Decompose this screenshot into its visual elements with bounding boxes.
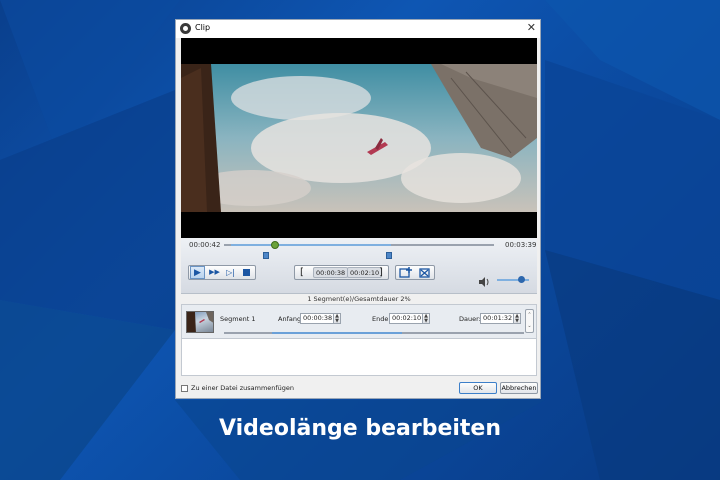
title-bar: Clip ✕	[176, 20, 540, 38]
volume-thumb[interactable]	[518, 276, 525, 283]
close-icon[interactable]: ✕	[527, 21, 536, 35]
start-spin-buttons[interactable]: ▲ ▼	[333, 313, 341, 324]
segment-tools	[395, 265, 435, 280]
step-forward-icon[interactable]: ▷|	[223, 266, 238, 279]
end-marker[interactable]	[386, 252, 392, 259]
volume-icon[interactable]	[478, 273, 490, 292]
timeline-selection	[231, 244, 391, 246]
stop-icon[interactable]	[239, 266, 254, 279]
add-segment-icon[interactable]	[398, 266, 413, 279]
end-spin-buttons[interactable]: ▲ ▼	[422, 313, 430, 324]
clip-dialog: Clip ✕ 00:00:42 00:03:39 ▶ ▶▶ ▷| [00:00…	[175, 19, 541, 399]
remove-segment-icon[interactable]	[417, 266, 432, 279]
segment-range	[272, 332, 402, 334]
fast-forward-icon[interactable]: ▶▶	[207, 266, 222, 279]
segment-name: Segment 1	[220, 315, 256, 323]
start-marker[interactable]	[263, 252, 269, 259]
segment-thumbnail	[186, 311, 214, 333]
window-title: Clip	[195, 23, 211, 32]
caption: Videolänge bearbeiten	[218, 416, 501, 441]
merge-label: Zu einer Datei zusammenfügen	[191, 384, 295, 392]
duration-label: Dauer:	[459, 315, 481, 323]
video-frame	[181, 38, 537, 238]
mark-group: [ 00:00:38 00:02:10 ]	[294, 265, 389, 280]
ok-button[interactable]: OK	[459, 382, 497, 394]
timeline-thumb[interactable]	[271, 241, 280, 249]
segment-status: 1 Segment(e)/Gesamtdauer 2%	[307, 295, 411, 303]
duration-spin-buttons[interactable]: ▲ ▼	[513, 313, 521, 324]
end-label: Ende:	[372, 315, 391, 323]
transport-group: ▶ ▶▶ ▷|	[188, 265, 256, 280]
mark-out-button[interactable]: ]	[375, 266, 387, 279]
playback-panel: 00:00:42 00:03:39 ▶ ▶▶ ▷| [ 00:00:38 00:…	[181, 238, 537, 294]
total-time: 00:03:39	[505, 241, 537, 249]
segment-row[interactable]: Segment 1 Anfang: 00:00:38 ▲ ▼ Ende: 00:0…	[182, 305, 536, 339]
cancel-button[interactable]: Abbrechen	[500, 382, 538, 394]
segment-order-buttons[interactable]: ⌃ ⌄	[525, 309, 534, 333]
mark-in-button[interactable]: [	[296, 266, 308, 279]
app-icon	[180, 23, 191, 34]
segment-list: Segment 1 Anfang: 00:00:38 ▲ ▼ Ende: 00:0…	[181, 304, 537, 376]
current-time: 00:00:42	[189, 241, 221, 249]
start-timecode[interactable]: 00:00:38	[313, 267, 349, 278]
video-preview[interactable]	[181, 38, 537, 238]
play-icon[interactable]: ▶	[190, 266, 205, 279]
merge-checkbox[interactable]	[181, 385, 188, 392]
